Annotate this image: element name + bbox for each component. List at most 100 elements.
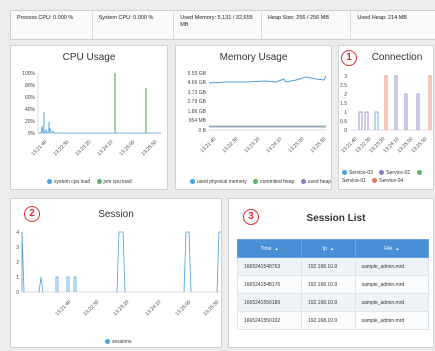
session-line [55,276,59,292]
legend-item: used heap [300,179,331,185]
memory-y-tick: 1.86 GB [188,109,207,115]
cell-ip: 192.168.10.9 [300,275,356,294]
legend-item: Service-02 [379,170,410,176]
cpu-x-tick: 13:25:00 [118,139,136,157]
status-bar: Process CPU: 0.000 % System CPU: 0.000 %… [10,10,435,40]
cpu-x-tick: 13:22:30 [52,139,70,157]
session-panel: 2 Session 4 3 2 1 0 13:21:40 13:22:30 13… [10,198,222,348]
memory-y-tick: 5.59 GB [188,71,207,77]
connection-service-02-line [404,93,408,130]
memory-x-tick: 13:22:30 [221,136,239,154]
session-x-tick: 13:23:20 [112,299,130,317]
sort-icon: ▲ [274,245,279,251]
cpu-y-tick: 60% [25,95,36,101]
connection-service-02-line [364,111,369,130]
used-heap-status: Used Heap: 214 MB [357,15,407,21]
cpu-y-tick: 100% [22,71,35,77]
column-header-ip[interactable]: Ip ▲ [300,239,356,258]
cell-file: sample_admin.mrd [354,311,430,330]
memory-y-tick: 0 B [198,128,206,134]
connection-y-tick: 3 [344,74,347,80]
table-row[interactable]: 1665241550189 192.168.10.9 sample_admin.… [237,293,430,312]
connection-panel: 1 Connection 3 2.5 2 1.5 1 0.5 0 13:21:4… [338,45,434,190]
session-y-tick: 0 [16,290,19,296]
legend-dot [372,178,378,183]
connection-y-tick: 1 [344,110,347,116]
session-x-tick: 13:25:50 [202,299,220,317]
session-y-tick: 2 [16,260,19,266]
session-legend: sessions [105,339,136,345]
cpu-x-tick: 13:23:20 [74,139,92,157]
session-list-table: Time ▲ Ip ▲ File ▲ 1665241548763 192.168.10… [237,239,430,330]
session-x-tick: 13:21:40 [54,299,72,317]
cell-ip: 192.168.10.9 [300,257,356,276]
memory-x-tick: 13:24:10 [265,136,283,154]
session-y-tick: 3 [16,245,19,251]
cpu-legend: system cpu load jvm cpu load [47,179,137,185]
session-list-panel: 3 Session List Time ▲ Ip ▲ File ▲ 166524154… [228,198,434,348]
connection-service-04-line [428,75,432,130]
memory-y-tick: 4.66 GB [188,80,207,86]
legend-dot [190,179,195,184]
memory-legend: used physical memory commited heap used … [190,179,336,185]
legend-item: used physical memory [190,179,247,185]
process-cpu-status: Process CPU: 0.000 % [11,11,93,39]
cpu-x-tick: 13:25:50 [140,139,158,157]
system-cpu-status: System CPU: 0.000 % [93,11,175,39]
session-chart: 4 3 2 1 0 13:21:40 13:22:30 13:23:20 13:… [16,230,221,317]
used-memory-status: Used Memory: 5,131 / 32,655 MB [174,11,262,39]
table-header-row: Time ▲ Ip ▲ File ▲ [237,239,430,258]
legend-item: Service-04 [372,178,403,184]
session-line [183,231,192,293]
session-y-tick: 1 [16,275,19,281]
table-row[interactable]: 1665241548176 192.168.10.9 sample_admin.… [237,275,430,294]
session-line [73,276,77,292]
legend-item: sessions [105,339,131,345]
connection-x-tick: 13:25:50 [410,136,428,154]
legend-item: jvm cpu load [96,179,132,185]
connection-legend: Service-03 Service-02 Service-01 Service… [342,169,435,185]
memory-y-tick: 3.73 GB [188,90,207,96]
legend-dot [379,170,385,175]
cell-file: sample_admin.mrd [354,257,430,276]
memory-physical-line [208,75,327,84]
legend-dot [96,179,102,184]
legend-item: commited heap [253,179,294,185]
column-header-time[interactable]: Time ▲ [237,239,302,258]
legend-dot [47,179,52,184]
memory-y-tick: 2.79 GB [188,99,207,105]
connection-y-tick: 1.5 [340,101,347,107]
session-x-tick: 13:24:10 [144,299,162,317]
memory-x-tick: 13:21:40 [199,136,217,154]
session-x-tick: 13:22:30 [82,299,100,317]
cell-time: 1665241550189 [237,293,302,312]
legend-item: Service-03 [342,170,373,176]
session-line [66,276,70,292]
connection-y-tick: 0 [344,128,347,134]
connection-y-tick: 2 [344,92,347,98]
session-line [38,276,44,293]
cpu-x-tick: 13:21:40 [30,139,48,157]
cell-file: sample_admin.mrd [354,275,430,294]
connection-service-03-line [374,111,379,130]
sort-icon: ▲ [329,245,334,251]
legend-dot [253,179,259,184]
cell-time: 1665241550102 [237,311,302,330]
cpu-y-tick: 20% [25,119,36,125]
memory-x-tick: 13:25:00 [287,136,305,154]
session-line [116,231,126,293]
connection-service-02-line [394,75,398,130]
connection-service-04-line [384,75,388,130]
column-header-file[interactable]: File ▲ [354,239,430,258]
cell-file: sample_admin.mrd [354,293,430,312]
session-list-table-wrap: Time ▲ Ip ▲ File ▲ 1665241548763 192.168.10… [237,239,430,330]
memory-x-tick: 13:25:50 [309,136,327,154]
table-row[interactable]: 1665241550102 192.168.10.9 sample_admin.… [237,311,430,330]
cell-ip: 192.168.10.9 [300,311,356,330]
table-row[interactable]: 1665241548763 192.168.10.9 sample_admin.… [237,257,430,276]
cpu-y-tick: 40% [25,107,36,113]
cell-time: 1665241548176 [237,275,302,294]
legend-dot [105,339,110,344]
cell-ip: 192.168.10.9 [300,293,356,312]
memory-usage-chart: 5.59 GB 4.66 GB 3.73 GB 2.79 GB 1.86 GB … [188,71,328,154]
